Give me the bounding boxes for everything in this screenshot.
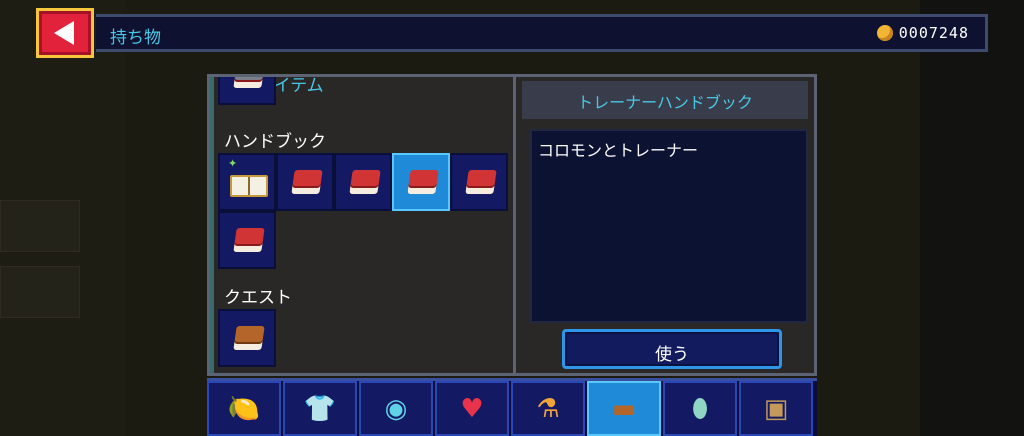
red-book-icon bbox=[349, 170, 381, 194]
fruit-items-icon: 🍋 bbox=[227, 393, 261, 424]
top-bar: 持ち物 0007248 bbox=[96, 14, 988, 52]
heart-apple-icon: ♥ bbox=[460, 393, 484, 424]
background-wall-right bbox=[920, 0, 1024, 436]
tab-misc[interactable]: ▣ bbox=[739, 381, 813, 436]
item-slot[interactable] bbox=[218, 309, 276, 367]
background-tile bbox=[0, 266, 80, 318]
tab-handbooks[interactable]: ▬ bbox=[587, 381, 661, 436]
shirt-icon: 👕 bbox=[303, 393, 337, 424]
tab-general-items[interactable]: 🍋 bbox=[207, 381, 281, 436]
background-tile bbox=[0, 200, 80, 252]
category-tabs: 🍋 👕 ◉ ♥ ⚗ ▬ ⬮ ▣ bbox=[207, 378, 817, 436]
item-name: トレーナーハンドブック bbox=[577, 93, 753, 112]
tab-gems[interactable]: ◉ bbox=[359, 381, 433, 436]
back-button[interactable] bbox=[36, 8, 94, 58]
item-slot[interactable] bbox=[450, 153, 508, 211]
tab-clothing[interactable]: 👕 bbox=[283, 381, 357, 436]
item-description: コロモンとトレーナー bbox=[538, 141, 699, 160]
gems-icon: ◉ bbox=[384, 393, 408, 424]
sparkle-icon: ✦ bbox=[228, 157, 238, 170]
section-label-quest: クエスト bbox=[224, 288, 292, 308]
scrollbar[interactable] bbox=[210, 77, 214, 373]
item-slot[interactable] bbox=[276, 153, 334, 211]
red-book-icon bbox=[233, 228, 265, 252]
capsule-icon: ⬮ bbox=[691, 393, 709, 424]
key-item-icon bbox=[233, 77, 265, 88]
tab-healing[interactable]: ♥ bbox=[435, 381, 509, 436]
tab-potions[interactable]: ⚗ bbox=[511, 381, 585, 436]
book-icon: ▬ bbox=[611, 393, 637, 424]
item-slot-selected[interactable] bbox=[392, 153, 450, 211]
item-slot[interactable] bbox=[218, 211, 276, 269]
potion-icon: ⚗ bbox=[536, 393, 560, 424]
use-button[interactable]: 使う bbox=[562, 329, 782, 369]
coin-amount: 0007248 bbox=[898, 24, 969, 42]
mystery-box-icon: ▣ bbox=[763, 393, 789, 424]
item-name-bar: トレーナーハンドブック bbox=[522, 81, 808, 119]
back-arrow-icon bbox=[54, 21, 74, 45]
item-description-box: コロモンとトレーナー bbox=[530, 129, 808, 323]
use-button-label: 使う bbox=[655, 345, 689, 365]
red-book-icon bbox=[407, 170, 439, 194]
item-slot[interactable] bbox=[334, 153, 392, 211]
coin-counter: 0007248 bbox=[876, 24, 969, 42]
item-slot[interactable]: ✦ bbox=[218, 153, 276, 211]
item-slot[interactable] bbox=[218, 77, 276, 105]
tab-capsules[interactable]: ⬮ bbox=[663, 381, 737, 436]
red-book-icon bbox=[291, 170, 323, 194]
brown-book-icon bbox=[233, 326, 265, 350]
page-title: 持ち物 bbox=[110, 28, 161, 48]
open-book-icon bbox=[230, 175, 268, 197]
section-label-handbook: ハンドブック bbox=[224, 132, 326, 152]
coin-icon bbox=[876, 25, 893, 41]
item-detail-panel: トレーナーハンドブック コロモンとトレーナー 使う bbox=[513, 74, 817, 376]
red-book-icon bbox=[465, 170, 497, 194]
inventory-panel[interactable]: キーアイテム ハンドブック ✦ クエスト bbox=[207, 74, 513, 376]
